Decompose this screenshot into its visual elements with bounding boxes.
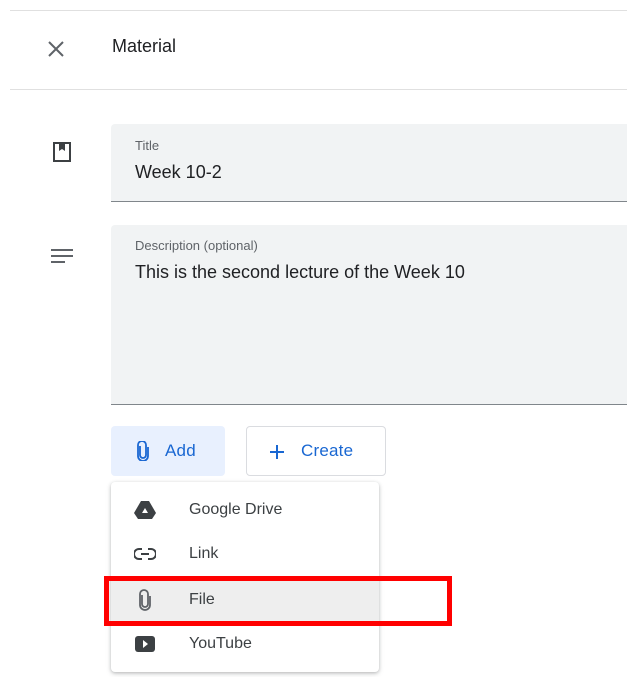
bookmark-icon [50,140,74,164]
add-button[interactable]: Add [111,426,225,476]
add-button-label: Add [165,441,196,460]
menu-item-link[interactable]: Link [111,532,379,576]
title-field-label: Title [135,138,160,153]
description-field-label: Description (optional) [135,238,258,253]
create-button-label: Create [301,441,354,460]
selection-highlight-box [104,576,452,626]
plus-icon [267,442,287,462]
menu-item-youtube[interactable]: YouTube [111,622,379,666]
attachment-icon [133,440,153,462]
menu-item-label: Google Drive [189,501,283,518]
notes-icon [48,244,76,268]
title-field-value[interactable]: Week 10-2 [135,162,222,183]
header-divider [10,89,627,90]
close-icon[interactable] [44,37,68,61]
link-icon [133,542,157,566]
description-field-value[interactable]: This is the second lecture of the Week 1… [135,262,465,283]
create-button[interactable]: Create [246,426,386,476]
description-field[interactable]: Description (optional) This is the secon… [111,225,627,405]
menu-item-label: YouTube [189,635,252,652]
title-field[interactable]: Title Week 10-2 [111,124,627,202]
youtube-icon [133,632,157,656]
google-drive-icon [133,498,157,522]
menu-item-google-drive[interactable]: Google Drive [111,488,379,532]
top-divider [10,10,627,11]
menu-item-label: Link [189,545,219,562]
page-title: Material [112,36,177,56]
